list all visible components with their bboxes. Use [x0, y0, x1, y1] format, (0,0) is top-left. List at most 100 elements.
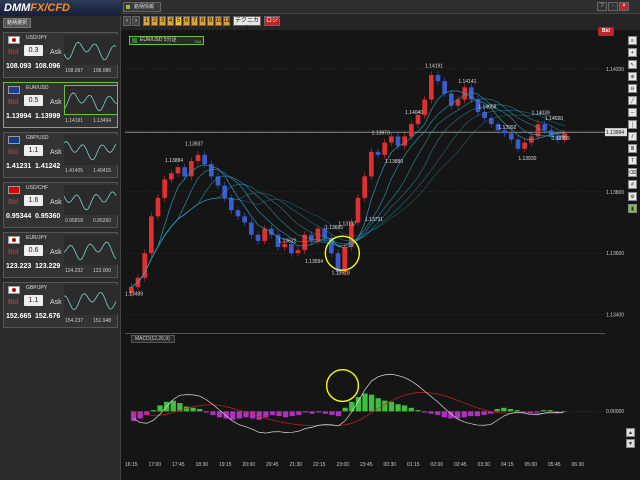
time-tick-label: 20:00 — [243, 462, 256, 468]
bid-button[interactable]: Bid — [8, 249, 18, 256]
timeframe-button-5[interactable]: 5 — [175, 16, 182, 26]
trading-app: DMMFX/CFD 銘柄選択 USD/JPY 0.3 Bid Ask 108.093 10… — [0, 0, 640, 480]
tab-pair-info[interactable]: 銘柄情報 — [123, 2, 161, 12]
timeframe-button-4[interactable]: 4 — [167, 16, 174, 26]
forward-button[interactable]: › — [132, 16, 140, 26]
price-annotation: 1.13930 — [518, 156, 536, 162]
text-icon[interactable]: T — [628, 156, 637, 165]
ask-button[interactable]: Ask — [50, 49, 62, 56]
back-button[interactable]: ‹ — [123, 16, 131, 26]
candle — [262, 228, 267, 241]
macd-histogram-bar — [468, 411, 474, 417]
help-button[interactable]: ? — [597, 2, 607, 11]
grid-icon[interactable]: # — [628, 180, 637, 189]
macd-histogram-bar — [289, 411, 295, 417]
watchlist-card-eur-jpy[interactable]: EUR/JPY 0.6 Bid Ask 123.223 123.229 124.232 123… — [3, 232, 118, 278]
trendline-icon[interactable]: ╱ — [628, 96, 637, 105]
zoom-out-icon[interactable]: ⊖ — [628, 84, 637, 93]
price-chart[interactable]: 1.134891.138841.139371.136221.135941.136… — [125, 32, 605, 330]
menu-icon[interactable]: ≡ — [628, 36, 637, 45]
crosshair-icon[interactable]: + — [628, 48, 637, 57]
close-button[interactable]: × — [619, 2, 629, 11]
range-high: 0.95260 — [93, 218, 112, 224]
candle — [289, 243, 294, 254]
price-tick-label: 1.13400 — [606, 313, 624, 319]
bid-button[interactable]: Bid — [8, 199, 18, 206]
price-annotation: 1.13717 — [338, 221, 356, 227]
bid-button[interactable]: Bid — [8, 149, 18, 156]
timeframe-button-10[interactable]: 10 — [215, 16, 223, 26]
timeframe-button-2[interactable]: 2 — [151, 16, 158, 26]
macd-histogram-bar — [415, 410, 421, 412]
bid-button[interactable]: Bid — [8, 99, 18, 106]
fibonacci-icon[interactable]: ≣ — [628, 144, 637, 153]
price-annotation: 1.13489 — [125, 291, 143, 297]
candle — [242, 216, 247, 223]
minimize-button[interactable]: - — [608, 2, 618, 11]
bid-button[interactable]: Bid — [8, 299, 18, 306]
ask-button[interactable]: Ask — [50, 249, 62, 256]
ask-button[interactable]: Ask — [50, 199, 62, 206]
scroll-up-icon[interactable]: ▲ — [626, 428, 635, 437]
bid-price: 1.13994 — [6, 113, 32, 120]
sparkline — [64, 85, 118, 115]
flag-icon — [8, 186, 20, 194]
pair-name: USD/CHF — [26, 185, 49, 191]
chart-style-button[interactable]: ロジ — [264, 16, 280, 26]
candle — [235, 210, 241, 217]
hline-icon[interactable]: ─ — [628, 108, 637, 117]
watchlist-card-eur-usd[interactable]: EUR/USD 0.5 Bid Ask 1.13994 1.13999 1.14191 1.1… — [3, 82, 118, 128]
scroll-down-icon[interactable]: ▼ — [626, 439, 635, 448]
pair-select-button[interactable]: 銘柄選択 — [3, 18, 31, 28]
macd-histogram-bar — [474, 411, 481, 417]
range-high: 151.948 — [93, 318, 112, 324]
channel-icon[interactable]: ⫽ — [628, 132, 637, 141]
macd-histogram-bar — [335, 411, 342, 417]
flag-icon — [8, 236, 20, 244]
time-tick-label: 06:30 — [572, 462, 585, 468]
timeframe-button-8[interactable]: 8 — [199, 16, 206, 26]
price-annotation: 1.13880 — [385, 159, 403, 165]
macd-histogram-bar — [170, 400, 176, 412]
ask-button[interactable]: Ask — [50, 99, 62, 106]
ask-button[interactable]: Ask — [50, 149, 62, 156]
timeframe-button-7[interactable]: 7 — [191, 16, 198, 26]
eraser-icon[interactable]: ⌫ — [628, 168, 637, 177]
timeframe-button-11[interactable]: 11 — [223, 16, 230, 26]
watchlist-card-gbp-jpy[interactable]: GBP/JPY 1.1 Bid Ask 152.665 152.676 154.237 151… — [3, 282, 118, 328]
candle — [382, 142, 387, 155]
vline-icon[interactable]: │ — [628, 120, 637, 129]
watchlist-card-usd-jpy[interactable]: USD/JPY 0.3 Bid Ask 108.093 108.096 108.097 108… — [3, 32, 118, 78]
arrow-icon[interactable]: ↖ — [628, 60, 637, 69]
sparkline — [63, 185, 118, 215]
bid-button[interactable]: Bid — [8, 49, 18, 56]
macd-histogram-bar — [514, 410, 520, 412]
technical-button[interactable]: テクニカル — [233, 16, 261, 32]
macd-histogram-bar — [435, 411, 441, 415]
watchlist-card-usd-chf[interactable]: USD/CHF 1.6 Bid Ask 0.95344 0.95360 0.95818 0.9… — [3, 182, 118, 228]
candle — [442, 81, 447, 94]
settings-icon[interactable]: ⚙ — [628, 192, 637, 201]
bid-price: 152.665 — [6, 313, 32, 320]
time-tick-label: 17:45 — [172, 462, 185, 468]
zoom-in-icon[interactable]: ⊕ — [628, 72, 637, 81]
macd-histogram-bar — [540, 410, 547, 412]
range-low: 1.41405 — [65, 168, 84, 174]
macd-chart[interactable] — [125, 333, 605, 455]
watchlist-card-gbp-usd[interactable]: GBP/USD 1.1 Bid Ask 1.41231 1.41242 1.41405 1.4… — [3, 132, 118, 178]
timeframe-button-1[interactable]: 1 — [143, 16, 150, 26]
sparkline-line — [63, 291, 117, 311]
bid-price: 123.223 — [6, 263, 32, 270]
ask-button[interactable]: Ask — [50, 299, 62, 306]
price-annotation: 1.14058 — [478, 104, 496, 110]
candle — [169, 173, 174, 180]
timeframe-button-6[interactable]: 6 — [183, 16, 190, 26]
candle — [229, 197, 234, 211]
timeframe-button-3[interactable]: 3 — [159, 16, 166, 26]
indicator-icon[interactable]: ▮ — [628, 204, 637, 213]
timeframe-button-9[interactable]: 9 — [207, 16, 214, 26]
macd-histogram-bar — [197, 408, 203, 412]
macd-histogram-bar — [402, 405, 408, 412]
moving-average-line — [131, 114, 565, 288]
price-annotation: 1.13937 — [185, 142, 203, 148]
